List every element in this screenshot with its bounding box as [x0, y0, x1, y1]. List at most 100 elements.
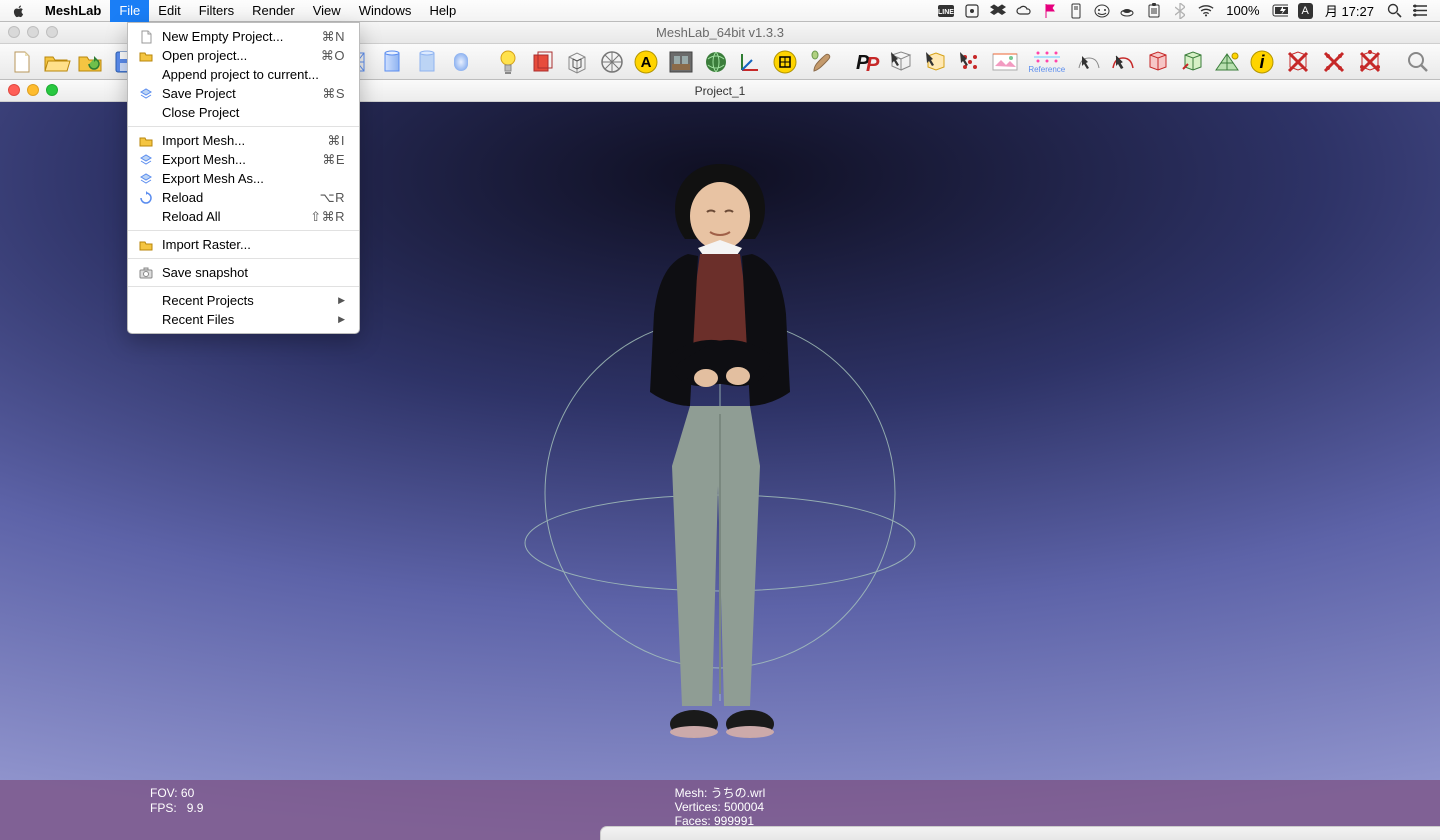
selnone-icon[interactable]	[1177, 47, 1209, 77]
file-menu-item[interactable]: Import Mesh... ⌘I	[128, 131, 359, 150]
morph-icon[interactable]	[1212, 47, 1244, 77]
light-icon[interactable]	[492, 47, 524, 77]
a-icon[interactable]: A	[631, 47, 663, 77]
flat-icon[interactable]	[411, 47, 443, 77]
clipboard-tray-icon[interactable]	[1146, 3, 1162, 19]
ime-indicator[interactable]: A	[1298, 3, 1313, 19]
battery-icon[interactable]	[1272, 3, 1288, 19]
arc3d-icon[interactable]	[1073, 47, 1105, 77]
battery-percent[interactable]: 100%	[1224, 3, 1261, 18]
flat-lines-icon[interactable]	[376, 47, 408, 77]
pp-icon[interactable]: PP	[850, 47, 882, 77]
menu-item-label: Export Mesh As...	[162, 171, 345, 186]
align-icon[interactable]	[989, 47, 1021, 77]
search-icon[interactable]	[1401, 47, 1434, 77]
shader-icon[interactable]	[700, 47, 732, 77]
menu-item-shortcut: ⇧⌘R	[310, 209, 345, 225]
menu-render[interactable]: Render	[243, 0, 304, 22]
disk-icon	[138, 172, 154, 186]
spotlight-icon[interactable]	[1386, 3, 1402, 19]
menu-edit[interactable]: Edit	[149, 0, 189, 22]
svg-text:LINE: LINE	[938, 9, 954, 16]
menu-item-shortcut: ⌘I	[327, 133, 345, 149]
smooth-icon[interactable]	[446, 47, 478, 77]
camera-icon	[138, 267, 154, 279]
menu-item-label: New Empty Project...	[162, 29, 314, 44]
file-menu-item[interactable]: Save Project⌘S	[128, 84, 359, 103]
texture-icon[interactable]	[665, 47, 697, 77]
menu-item-label: Open project...	[162, 48, 313, 63]
flag-tray-icon[interactable]	[1042, 3, 1058, 19]
selall-icon[interactable]	[1108, 47, 1140, 77]
backface-icon[interactable]	[527, 47, 559, 77]
notification-center-icon[interactable]	[1412, 3, 1428, 19]
menu-view[interactable]: View	[304, 0, 350, 22]
window-title: MeshLab_64bit v1.3.3	[656, 25, 784, 40]
open-project-icon[interactable]	[41, 47, 73, 77]
cloud-tray-icon[interactable]	[1016, 3, 1032, 19]
mesh-name-readout: Mesh: うちの.wrl	[675, 786, 766, 800]
file-menu-item[interactable]: Append project to current...	[128, 65, 359, 84]
del-facevert-icon[interactable]	[1353, 47, 1386, 77]
file-menu-item[interactable]: Reload⌥R	[128, 188, 359, 207]
wifi-tray-icon[interactable]	[1198, 3, 1214, 19]
file-menu-item[interactable]: Save snapshot	[128, 263, 359, 282]
fov-readout: FOV: 60	[150, 786, 203, 801]
system-tray: LINE 100% A 月 17:27	[938, 1, 1440, 20]
folder-icon	[138, 50, 154, 62]
menu-windows[interactable]: Windows	[350, 0, 421, 22]
mesh-model[interactable]	[610, 154, 830, 774]
file-menu-item[interactable]: Recent Files	[128, 310, 359, 329]
double-tri-icon[interactable]	[561, 47, 593, 77]
file-menu-item[interactable]: Recent Projects	[128, 291, 359, 310]
file-menu-dropdown: New Empty Project...⌘N Open project... ⌘OA…	[127, 22, 360, 334]
select-conn-icon[interactable]	[920, 47, 952, 77]
menu-item-label: Close Project	[162, 105, 345, 120]
coffee-tray-icon[interactable]	[1120, 3, 1136, 19]
file-menu-item[interactable]: Close Project	[128, 103, 359, 122]
file-menu-item[interactable]: Export Mesh...⌘E	[128, 150, 359, 169]
document-traffic-lights[interactable]	[8, 84, 58, 96]
new-project-icon[interactable]	[6, 47, 38, 77]
file-menu-item[interactable]: Open project... ⌘O	[128, 46, 359, 65]
apple-menu-icon[interactable]	[10, 4, 28, 18]
del-vert-icon[interactable]	[1317, 47, 1350, 77]
device-tray-icon[interactable]	[1068, 3, 1084, 19]
del-face-icon[interactable]	[1281, 47, 1314, 77]
menu-file[interactable]: File	[110, 0, 149, 22]
finder-tray-icon[interactable]	[1094, 3, 1110, 19]
fps-value: 9.9	[187, 801, 204, 815]
menu-item-label: Import Mesh...	[162, 133, 319, 148]
file-menu-item[interactable]: Export Mesh As...	[128, 169, 359, 188]
menu-item-label: Recent Projects	[162, 293, 330, 308]
file-menu-item[interactable]: Import Raster...	[128, 235, 359, 254]
doc-icon	[138, 30, 154, 44]
reload-icon[interactable]	[75, 47, 107, 77]
clock[interactable]: 月 17:27	[1323, 1, 1376, 20]
select-face-icon[interactable]	[885, 47, 917, 77]
fill-icon[interactable]	[596, 47, 628, 77]
info-icon[interactable]: i	[1246, 47, 1278, 77]
measure-icon[interactable]	[769, 47, 801, 77]
project-tab[interactable]: Project_1	[695, 84, 746, 98]
menu-help[interactable]: Help	[420, 0, 465, 22]
reference-icon[interactable]: Reference	[1024, 47, 1070, 77]
app-name[interactable]: MeshLab	[36, 3, 110, 18]
horizontal-scrollbar[interactable]	[600, 826, 1440, 840]
dropbox-tray-icon[interactable]	[990, 3, 1006, 19]
menu-item-label: Save Project	[162, 86, 314, 101]
bluetooth-tray-icon[interactable]	[1172, 3, 1188, 19]
disk-icon	[138, 87, 154, 101]
axis-icon[interactable]	[735, 47, 767, 77]
selinv-icon[interactable]	[1142, 47, 1174, 77]
file-menu-item[interactable]: Reload All⇧⌘R	[128, 207, 359, 226]
line-tray-icon[interactable]: LINE	[938, 3, 954, 19]
menu-filters[interactable]: Filters	[190, 0, 243, 22]
macos-menubar: MeshLab File Edit Filters Render View Wi…	[0, 0, 1440, 22]
menu-item-label: Import Raster...	[162, 237, 345, 252]
paint-icon[interactable]	[804, 47, 836, 77]
select-vert-icon[interactable]	[954, 47, 986, 77]
app-tray-icon[interactable]	[964, 3, 980, 19]
menu-item-shortcut: ⌘O	[321, 48, 345, 64]
file-menu-item[interactable]: New Empty Project...⌘N	[128, 27, 359, 46]
